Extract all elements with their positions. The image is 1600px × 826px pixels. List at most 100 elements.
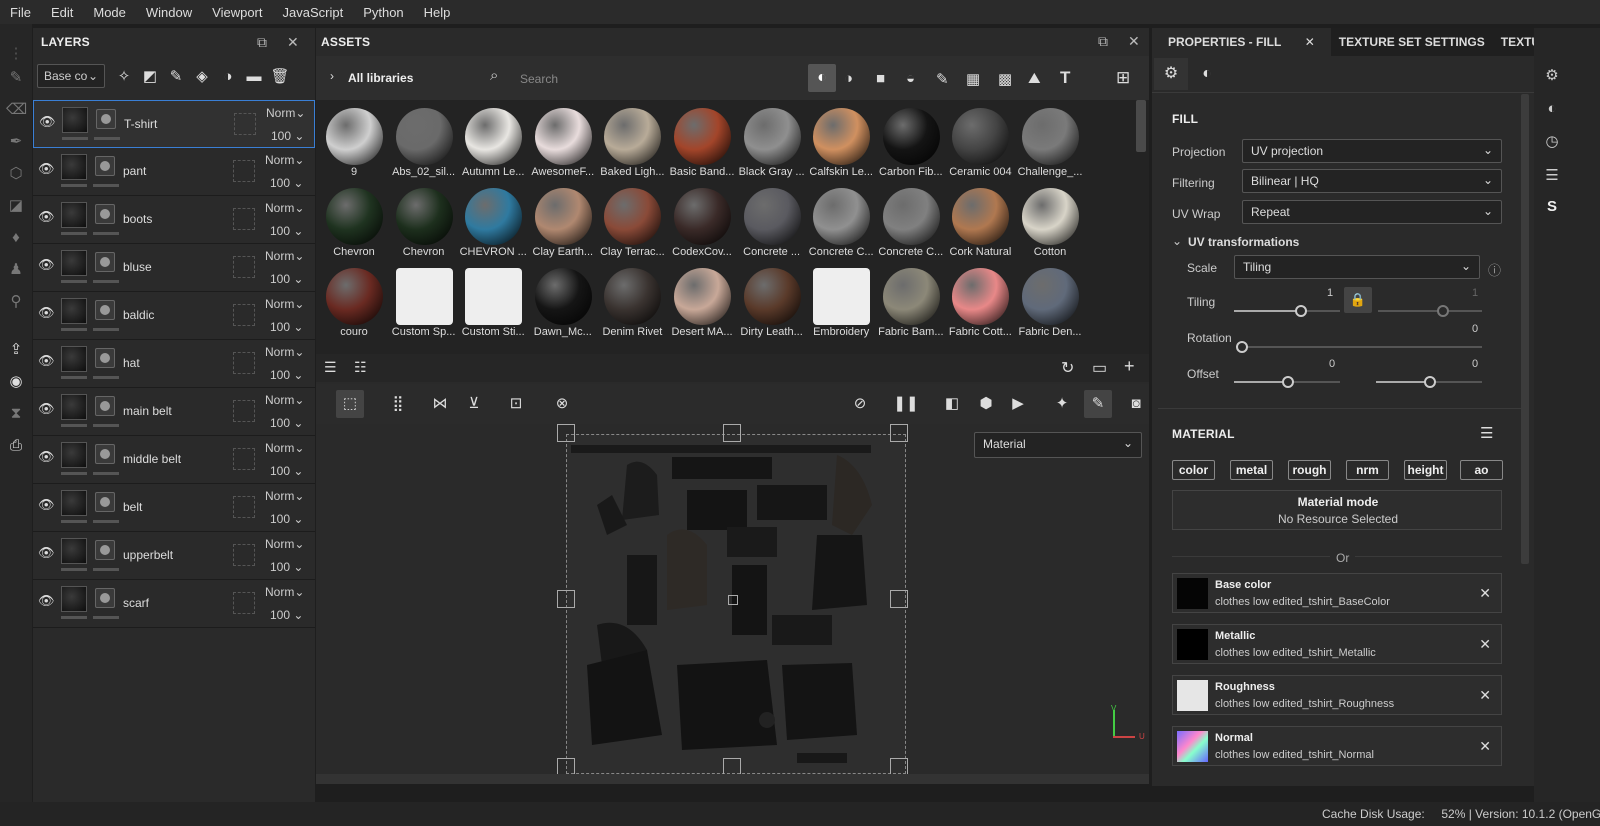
layer-opacity[interactable]: 100 ⌄ — [270, 320, 303, 334]
blend-channel-select[interactable]: Base co ⌄ — [37, 64, 105, 88]
layer-name[interactable]: bluse — [123, 260, 152, 274]
display-settings-icon[interactable]: ◧ — [938, 390, 966, 418]
eye-icon[interactable]: 👁 — [38, 497, 55, 513]
offset-slider-knob[interactable] — [1282, 376, 1294, 388]
channel-color-button[interactable]: color — [1172, 460, 1215, 480]
menu-window[interactable]: Window — [136, 5, 202, 20]
filter-brush-icon[interactable]: ✎ — [936, 70, 949, 88]
layer-opacity[interactable]: 100 ⌄ — [270, 416, 303, 430]
mask-icon[interactable] — [95, 348, 115, 368]
layer-opacity[interactable]: 100 ⌄ — [271, 129, 304, 143]
tiling-slider-2-track[interactable] — [1378, 310, 1482, 312]
material-tile[interactable]: Custom Sti... — [458, 260, 526, 340]
channel-ao-button[interactable]: ao — [1460, 460, 1503, 480]
viewport-scrollbar[interactable] — [316, 774, 1149, 784]
transform-tool-icon[interactable]: ⬚ — [336, 390, 364, 418]
material-tile[interactable]: 9 — [319, 100, 387, 180]
layer-effect-slot[interactable] — [233, 208, 255, 230]
offset-slider-track[interactable] — [1288, 381, 1340, 383]
layer-row[interactable]: 👁 boots Norm⌄ 100 ⌄ — [33, 196, 315, 244]
shader-settings-icon[interactable]: ◐ — [1542, 100, 1562, 120]
material-tile[interactable]: Abs_02_sil... — [389, 100, 457, 180]
tab-properties-fill[interactable]: PROPERTIES - FILL ✕ — [1152, 28, 1331, 56]
eye-icon[interactable]: 👁 — [38, 161, 55, 177]
layer-opacity[interactable]: 100 ⌄ — [270, 464, 303, 478]
color-picker-icon[interactable]: ⚲ — [6, 292, 26, 312]
layer-effect-slot[interactable] — [233, 544, 255, 566]
layer-opacity[interactable]: 100 ⌄ — [270, 176, 303, 190]
layer-row[interactable]: 👁 bluse Norm⌄ 100 ⌄ — [33, 244, 315, 292]
smudge-tool-icon[interactable]: ♦ — [6, 228, 26, 248]
transform-handle[interactable] — [557, 590, 575, 608]
material-tile[interactable]: Fabric Cott... — [945, 260, 1013, 340]
transform-pivot[interactable] — [728, 595, 738, 605]
eye-icon[interactable]: 👁 — [38, 209, 55, 225]
menu-help[interactable]: Help — [414, 5, 461, 20]
eye-icon[interactable]: 👁 — [38, 257, 55, 273]
layer-name[interactable]: main belt — [123, 404, 172, 418]
mask-icon[interactable] — [95, 444, 115, 464]
layer-blend-mode[interactable]: Norm⌄ — [265, 489, 304, 503]
mask-icon[interactable] — [95, 300, 115, 320]
new-folder-icon[interactable]: ▭ — [1092, 358, 1107, 378]
filter-material-icon[interactable]: ◐ — [808, 64, 836, 92]
material-tile[interactable]: Ceramic 004 — [945, 100, 1013, 180]
display-settings-icon[interactable]: ⚙ — [1542, 66, 1562, 86]
layer-opacity[interactable]: 100 ⌄ — [270, 608, 303, 622]
undock-icon[interactable]: ⧉ — [257, 34, 267, 51]
layer-effect-slot[interactable] — [233, 352, 255, 374]
material-tile[interactable]: Carbon Fib... — [876, 100, 944, 180]
filter-mask-icon[interactable]: ■ — [876, 70, 885, 87]
layout-icon[interactable]: ☰ — [324, 359, 337, 376]
layer-row[interactable]: 👁 middle belt Norm⌄ 100 ⌄ — [33, 436, 315, 484]
layer-blend-mode[interactable]: Norm⌄ — [265, 537, 304, 551]
properties-settings-icon[interactable]: ⚙ — [1154, 58, 1188, 90]
material-tile[interactable]: Custom Sp... — [389, 260, 457, 340]
material-tile[interactable]: Concrete ... — [737, 180, 805, 260]
filter-texture-icon[interactable]: ▦ — [966, 70, 980, 88]
tiling-slider-knob[interactable] — [1295, 305, 1307, 317]
layer-effect-slot[interactable] — [234, 113, 256, 135]
layer-opacity[interactable]: 100 ⌄ — [270, 368, 303, 382]
channel-metal-button[interactable]: metal — [1230, 460, 1273, 480]
transform-handle[interactable] — [557, 424, 575, 442]
layer-name[interactable]: baldic — [123, 308, 154, 322]
menu-javascript[interactable]: JavaScript — [272, 5, 353, 20]
material-menu-icon[interactable]: ☰ — [1480, 424, 1493, 442]
undock-icon[interactable]: ⧉ — [1098, 33, 1108, 50]
layer-row[interactable]: 👁 baldic Norm⌄ 100 ⌄ — [33, 292, 315, 340]
layer-name[interactable]: hat — [123, 356, 140, 370]
layer-blend-mode[interactable]: Norm⌄ — [265, 249, 304, 263]
layer-name[interactable]: belt — [123, 500, 142, 514]
layer-row[interactable]: 👁 scarf Norm⌄ 100 ⌄ — [33, 580, 315, 628]
offset-slider-2-knob[interactable] — [1424, 376, 1436, 388]
layer-name[interactable]: T-shirt — [124, 117, 157, 131]
material-tile[interactable]: Calfskin Le... — [806, 100, 874, 180]
viewport-2d[interactable]: ☰ ☷ ↻ ▭ + ⬚ ⣿ ⋈ ⊻ ⊡ ⊗ ⊘ ❚❚ ◧ ⬢ ▶ ✦ ✎ ◙ M… — [316, 354, 1149, 784]
material-tile[interactable]: Autumn Le... — [458, 100, 526, 180]
mirror-y-icon[interactable]: ⊻ — [460, 390, 488, 418]
material-tile[interactable]: Cotton — [1015, 180, 1083, 260]
channel-nrm-button[interactable]: nrm — [1346, 460, 1389, 480]
eye-icon[interactable]: 👁 — [38, 545, 55, 561]
layer-blend-mode[interactable]: Norm⌄ — [265, 393, 304, 407]
texture-slot[interactable]: Base color clothes low edited_tshirt_Base… — [1172, 573, 1502, 613]
material-tile[interactable]: couro — [319, 260, 387, 340]
mask-icon[interactable] — [95, 396, 115, 416]
layer-opacity[interactable]: 100 ⌄ — [270, 512, 303, 526]
filtering-select[interactable]: Bilinear | HQ ⌄ — [1242, 169, 1502, 193]
close-icon[interactable]: ✕ — [1479, 585, 1491, 602]
filter-environment-icon[interactable]: ⛰ — [1028, 70, 1041, 87]
tile-tool-icon[interactable]: ⣿ — [384, 390, 412, 418]
layer-opacity[interactable]: 100 ⌄ — [270, 272, 303, 286]
projection-select[interactable]: UV projection ⌄ — [1242, 139, 1502, 163]
grid-view-icon[interactable]: ⊞ — [1116, 68, 1130, 88]
mask-icon[interactable] — [95, 588, 115, 608]
material-tile[interactable]: Clay Terrac... — [597, 180, 665, 260]
chevron-right-icon[interactable]: › — [330, 69, 334, 83]
layer-blend-mode[interactable]: Norm⌄ — [266, 106, 305, 120]
add-folder-icon[interactable]: ▬ — [241, 68, 267, 85]
material-tile[interactable]: Clay Earth... — [528, 180, 596, 260]
log-icon[interactable]: ☰ — [1542, 166, 1562, 186]
tab-texture-set-settings[interactable]: TEXTURE SET SETTINGS — [1331, 35, 1493, 49]
